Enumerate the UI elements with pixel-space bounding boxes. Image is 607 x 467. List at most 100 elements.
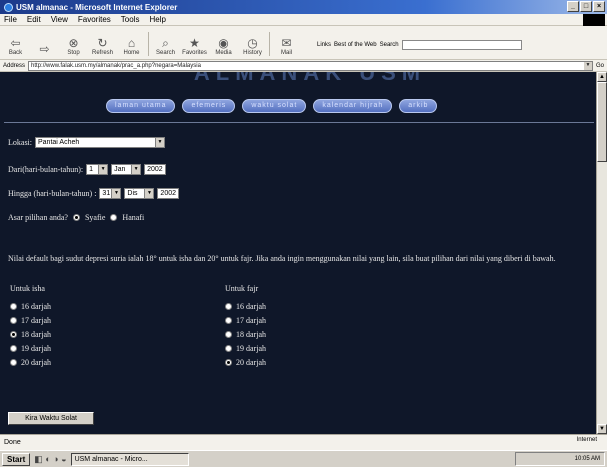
system-tray: 10:05 AM xyxy=(515,452,605,466)
title-bar: USM almanac - Microsoft Internet Explore… xyxy=(0,0,607,14)
go-button[interactable]: Go xyxy=(596,63,604,69)
search-label: Search xyxy=(379,42,399,48)
chevron-down-icon: ▼ xyxy=(155,138,164,147)
lokasi-value: Pantai Acheh xyxy=(38,139,80,146)
links-label[interactable]: Links xyxy=(317,42,331,48)
toolbar-search-input[interactable] xyxy=(401,40,522,50)
isha-radio-16[interactable] xyxy=(10,302,17,310)
toolbar-separator xyxy=(148,32,149,56)
chevron-down-icon: ▼ xyxy=(144,189,154,198)
vertical-scrollbar[interactable]: ▲ ▼ xyxy=(596,72,607,434)
refresh-button[interactable]: ↻ Refresh xyxy=(90,36,115,56)
fajr-radio-18[interactable] xyxy=(225,330,232,338)
fajr-options: Untuk fajr 16 darjah 17 darjah 18 darjah… xyxy=(225,284,266,367)
mail-button[interactable]: ✉ Mail xyxy=(274,36,299,56)
lokasi-select[interactable]: Pantai Acheh ▼ xyxy=(35,137,165,148)
back-icon: ⇦ xyxy=(10,36,21,50)
isha-radio-20[interactable] xyxy=(10,358,17,366)
hingga-label: Hingga (hari-bulan-tahun) : xyxy=(8,189,97,198)
asar-label: Asar pilihan anda? xyxy=(8,213,68,222)
asar-hanafi-radio[interactable] xyxy=(110,214,118,221)
back-button[interactable]: ⇦ Back xyxy=(3,36,28,56)
nav-waktu-solat[interactable]: waktu solat xyxy=(242,99,307,113)
fajr-radio-19[interactable] xyxy=(225,344,232,352)
dari-label: Dari(hari-bulan-tahun): xyxy=(8,165,84,174)
fajr-header: Untuk fajr xyxy=(225,284,259,293)
page-content: ALMANAK USM laman utama efemeris waktu s… xyxy=(0,72,596,434)
media-icon: ◉ xyxy=(218,36,229,50)
fajr-radio-16[interactable] xyxy=(225,302,232,310)
nav-laman-utama[interactable]: laman utama xyxy=(106,99,176,113)
home-icon: ⌂ xyxy=(127,36,136,50)
isha-radio-19[interactable] xyxy=(10,344,17,352)
address-input[interactable]: http://www.falak.usm.my/almanak/prac_a.p… xyxy=(28,60,594,71)
close-button[interactable]: × xyxy=(593,1,605,12)
menu-file[interactable]: File xyxy=(4,15,17,24)
menu-help[interactable]: Help xyxy=(149,15,165,24)
scroll-down-icon[interactable]: ▼ xyxy=(597,424,607,434)
address-label: Address xyxy=(3,62,26,69)
scroll-thumb[interactable] xyxy=(597,82,607,162)
dari-month-select[interactable]: Jan ▼ xyxy=(111,164,142,175)
home-button[interactable]: ⌂ Home xyxy=(119,36,144,56)
taskbar-ie-task[interactable]: USM almanac - Micro... xyxy=(70,452,189,466)
menu-edit[interactable]: Edit xyxy=(27,15,41,24)
scroll-up-icon[interactable]: ▲ xyxy=(597,72,607,82)
search-button[interactable]: ⌕ Search xyxy=(153,36,178,56)
security-zone: Internet xyxy=(576,437,597,443)
refresh-icon: ↻ xyxy=(97,36,108,50)
forward-icon: ⇨ xyxy=(39,42,50,56)
nav-kalendar-hijrah[interactable]: kalendar hijrah xyxy=(313,99,393,113)
chevron-down-icon: ▼ xyxy=(98,165,108,174)
lokasi-label: Lokasi: xyxy=(8,138,32,147)
favorites-icon: ★ xyxy=(189,36,200,50)
isha-options: Untuk isha 16 darjah 17 darjah 18 darjah… xyxy=(10,284,51,367)
status-bar: Done Internet xyxy=(0,434,607,450)
window-title: USM almanac - Microsoft Internet Explore… xyxy=(16,2,178,12)
stop-button[interactable]: ⊗ Stop xyxy=(61,36,86,56)
hingga-day-select[interactable]: 31 ▼ xyxy=(99,188,122,199)
search-icon: ⌕ xyxy=(162,36,169,50)
fajr-radio-17[interactable] xyxy=(225,316,232,324)
nav-arkib[interactable]: arkib xyxy=(399,99,438,113)
minimize-button[interactable]: _ xyxy=(567,1,579,12)
isha-radio-17[interactable] xyxy=(10,316,17,324)
standard-toolbar: ⇦ Back ⇨ ⊗ Stop ↻ Refresh ⌂ Home ⌕ Search ★ Fa… xyxy=(0,26,607,60)
best-of-web-link[interactable]: Best of the Web xyxy=(334,42,377,48)
forward-button[interactable]: ⇨ xyxy=(32,42,57,56)
asar-syafie-radio[interactable] xyxy=(72,214,80,221)
chevron-down-icon: ▼ xyxy=(111,189,121,198)
hingga-month-select[interactable]: Dis ▼ xyxy=(124,188,155,199)
chevron-down-icon: ▼ xyxy=(131,165,141,174)
address-dropdown-icon[interactable]: ▼ xyxy=(584,61,593,70)
hingga-year-input[interactable]: 2002 xyxy=(157,188,180,199)
page-banner: ALMANAK USM xyxy=(193,72,427,85)
maximize-button[interactable]: □ xyxy=(580,1,592,12)
history-button[interactable]: ◷ History xyxy=(240,36,265,56)
isha-header: Untuk isha xyxy=(10,284,45,293)
dari-year-input[interactable]: 2002 xyxy=(144,164,167,175)
windows-flag-icon xyxy=(583,14,605,26)
ie-icon xyxy=(4,2,13,12)
kira-waktu-solat-button[interactable]: Kira Waktu Solat xyxy=(8,412,94,425)
toolbar-separator xyxy=(269,32,270,56)
isha-radio-18[interactable] xyxy=(10,330,17,338)
fajr-radio-20[interactable] xyxy=(225,358,232,366)
menu-bar: File Edit View Favorites Tools Help xyxy=(0,14,607,26)
status-text: Done xyxy=(4,439,21,446)
menu-view[interactable]: View xyxy=(51,15,68,24)
start-button[interactable]: Start xyxy=(2,452,31,466)
depression-angle-note: Nilai default bagi sudut depresi suria i… xyxy=(8,254,556,263)
site-nav: laman utama efemeris waktu solat kalenda… xyxy=(106,99,438,113)
mail-icon: ✉ xyxy=(281,36,292,50)
dari-day-select[interactable]: 1 ▼ xyxy=(86,164,109,175)
nav-efemeris[interactable]: efemeris xyxy=(182,99,236,113)
header-divider xyxy=(4,122,594,123)
menu-tools[interactable]: Tools xyxy=(121,15,140,24)
quick-launch-icons[interactable]: ◧ ◐ ◑ ◒ xyxy=(34,454,66,465)
media-button[interactable]: ◉ Media xyxy=(211,36,236,56)
favorites-button[interactable]: ★ Favorites xyxy=(182,36,207,56)
taskbar: Start ◧ ◐ ◑ ◒ USM almanac - Micro... 10:… xyxy=(0,450,607,467)
menu-favorites[interactable]: Favorites xyxy=(78,15,111,24)
history-icon: ◷ xyxy=(247,36,258,50)
